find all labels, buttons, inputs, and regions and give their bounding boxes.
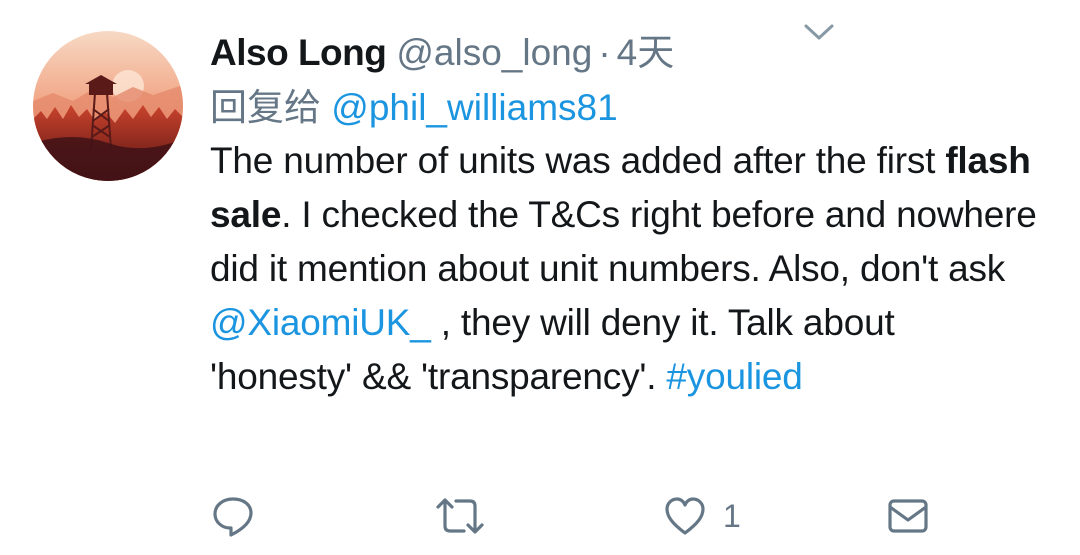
tweet-text-part-2: . I checked the T&Cs right before and no… xyxy=(210,194,1037,289)
envelope-icon xyxy=(886,496,930,536)
display-name[interactable]: Also Long xyxy=(210,32,387,74)
reply-icon xyxy=(210,493,256,539)
tweet-time[interactable]: 4天 xyxy=(617,22,675,76)
separator-dot: · xyxy=(598,32,611,73)
like-button[interactable]: 1 xyxy=(663,488,741,544)
mention-link[interactable]: @XiaomiUK_ xyxy=(210,302,431,343)
reply-context: 回复给 @phil_williams81 xyxy=(210,80,1040,136)
reply-to-mention[interactable]: @phil_williams81 xyxy=(331,87,617,128)
avatar-image xyxy=(33,31,183,181)
heart-icon xyxy=(663,495,707,537)
tweet-text-part-1: The number of units was added after the … xyxy=(210,140,946,181)
hashtag-link[interactable]: #youlied xyxy=(666,356,802,397)
like-count: 1 xyxy=(723,497,741,534)
tweet: Also Long @also_long · 4天 回复给 @phil_will… xyxy=(210,22,1040,404)
avatar[interactable] xyxy=(33,31,183,181)
reply-prefix: 回复给 xyxy=(210,87,321,128)
retweet-icon xyxy=(434,493,486,539)
reply-button[interactable] xyxy=(210,488,256,544)
retweet-button[interactable] xyxy=(434,488,486,544)
tweet-actions: 1 xyxy=(210,488,940,544)
direct-message-button[interactable] xyxy=(886,488,930,544)
chevron-down-icon[interactable] xyxy=(802,20,836,44)
tweet-text: The number of units was added after the … xyxy=(210,134,1040,404)
tweet-header: Also Long @also_long · 4天 xyxy=(210,22,1040,80)
user-handle[interactable]: @also_long xyxy=(396,32,592,74)
